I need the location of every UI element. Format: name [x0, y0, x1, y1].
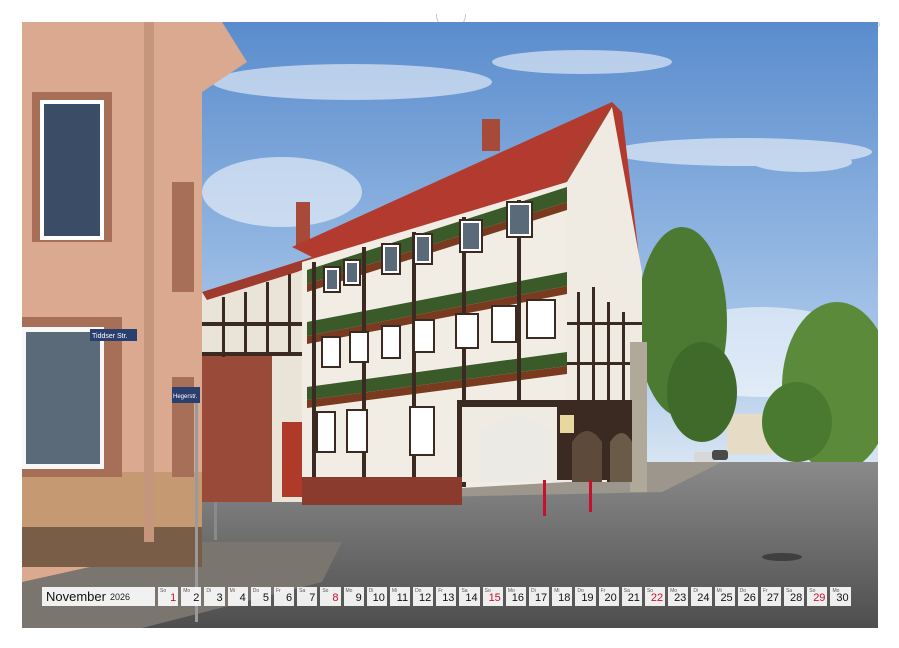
day-cell: Mi 4	[227, 587, 248, 606]
day-cell: Di 3	[204, 587, 225, 606]
day-cell: Di 24	[691, 587, 712, 606]
weekday-label: So	[160, 588, 167, 594]
day-cell: So 22	[644, 587, 666, 606]
day-cell: Fr 6	[273, 587, 295, 606]
weekday-label: Mo	[183, 588, 191, 594]
day-number: 15	[488, 592, 501, 604]
calendar-photo: Tiddser Str. Hegerstr.	[22, 22, 878, 628]
day-number: 20	[604, 592, 617, 604]
day-number: 18	[558, 592, 571, 604]
day-cell: So 29	[807, 587, 828, 606]
day-cell: Di 17	[529, 587, 550, 606]
day-number: 30	[836, 592, 849, 604]
bollard	[543, 480, 546, 516]
weekday-label: Do	[252, 588, 260, 594]
day-cell: Sa 28	[784, 587, 805, 606]
day-cell: Mo 2	[181, 587, 202, 606]
day-number: 4	[239, 592, 246, 604]
half-timbered-house-scene: Tiddser Str. Hegerstr.	[22, 22, 878, 628]
day-cell: Mi 11	[389, 587, 411, 606]
weekday-label: Fr	[275, 588, 281, 594]
day-number: 22	[650, 592, 664, 604]
day-cell: Mo 16	[505, 587, 526, 606]
day-number: 26	[743, 592, 756, 604]
day-cell: Mo 9	[343, 587, 364, 606]
day-cell: Sa 7	[297, 587, 318, 606]
month-name: November	[46, 589, 106, 604]
day-number: 7	[309, 592, 316, 604]
day-cell: Mo 30	[830, 587, 851, 606]
day-number: 21	[627, 592, 640, 604]
day-number: 29	[813, 592, 826, 604]
month-label: November 2026	[42, 587, 155, 606]
day-number: 12	[419, 592, 432, 604]
day-number: 2	[193, 592, 200, 604]
day-number: 14	[465, 592, 478, 604]
year-label: 2026	[109, 591, 130, 602]
day-cell: Fr 27	[760, 587, 782, 606]
day-cell: Mi 25	[714, 587, 735, 606]
day-cell: So 15	[482, 587, 503, 606]
day-number: 28	[790, 592, 803, 604]
day-number: 1	[170, 592, 177, 604]
day-cell: Mo 23	[668, 587, 689, 606]
day-cell: Fr 13	[436, 587, 457, 606]
street-sign-2-text: Hegerstr.	[173, 394, 198, 400]
day-cell: Sa 21	[621, 587, 642, 606]
day-number: 27	[766, 592, 780, 604]
weekday-label: Sa	[299, 588, 306, 594]
weekday-label: So	[322, 588, 329, 594]
day-number: 24	[697, 592, 710, 604]
day-cell: Mi 18	[552, 587, 573, 606]
manhole	[762, 553, 802, 561]
parked-car	[712, 450, 728, 460]
day-cell: So 8	[320, 587, 341, 606]
day-cell: Do 5	[250, 587, 271, 606]
day-cell: Sa 14	[459, 587, 480, 606]
day-number: 19	[581, 592, 594, 604]
day-cell: Fr 20	[598, 587, 619, 606]
day-cell: Do 26	[737, 587, 758, 606]
day-number: 9	[355, 592, 362, 604]
bollard	[589, 480, 592, 512]
day-number: 16	[511, 592, 524, 604]
day-cell: So 1	[158, 587, 179, 606]
calendar-strip: November 2026 So 1 Mo 2 Di 3 Mi 4 Do 5 Fr 6 Sa 7 So 8 Mo…	[42, 587, 851, 606]
weekday-label: Di	[206, 588, 212, 594]
day-number: 11	[396, 592, 409, 604]
day-number: 17	[534, 592, 548, 604]
day-number: 13	[442, 592, 455, 604]
day-number: 3	[216, 592, 223, 604]
day-cell: Do 19	[575, 587, 596, 606]
street-sign-1-text: Tiddser Str.	[92, 333, 128, 340]
day-number: 23	[674, 592, 687, 604]
day-cells: So 1 Mo 2 Di 3 Mi 4 Do 5 Fr 6 Sa 7 So 8 Mo 9 Di 10 Mi 11 Do 12 F…	[158, 587, 851, 606]
day-number: 8	[332, 592, 339, 604]
day-cell: Di 10	[366, 587, 387, 606]
day-number: 10	[372, 592, 385, 604]
weekday-label: Mo	[345, 588, 353, 594]
day-number: 5	[262, 592, 269, 604]
day-number: 6	[286, 592, 293, 604]
day-number: 25	[720, 592, 733, 604]
weekday-label: Mi	[229, 588, 235, 594]
day-cell: Do 12	[413, 587, 434, 606]
